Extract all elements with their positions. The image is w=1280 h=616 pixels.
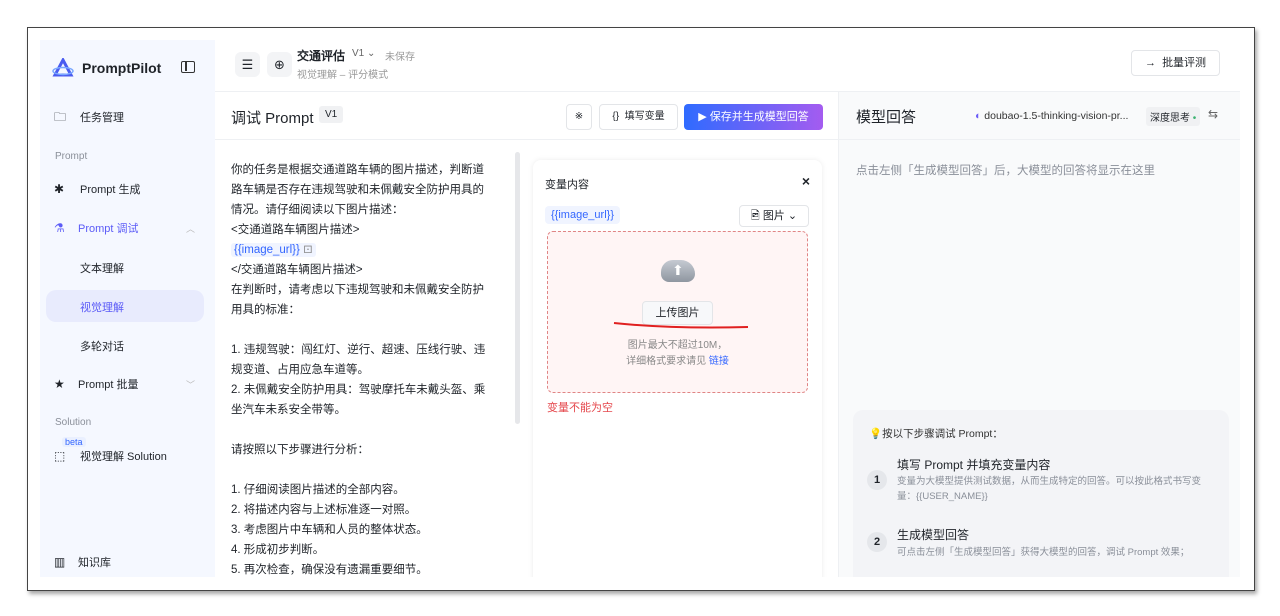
step-title: 生成模型回答 bbox=[897, 528, 970, 542]
batch-icon: ★ bbox=[54, 377, 65, 391]
status-dot-icon: • bbox=[1192, 113, 1197, 124]
arrow-right-icon: → bbox=[1144, 57, 1156, 69]
prompt-text: </交通道路车辆图片描述> 在判断时，请考虑以下违规驾驶和未佩戴安全防护用具的标… bbox=[231, 264, 486, 576]
prompt-editor[interactable]: 你的任务是根据交通道路车辆的图片描述，判断道路车辆是否存在违规驾驶和未佩戴安全防… bbox=[231, 160, 493, 577]
save-generate-button[interactable]: ▶ 保存并生成模型回答 bbox=[684, 104, 823, 130]
variables-title: 变量内容 bbox=[545, 179, 589, 191]
step-number: 2 bbox=[867, 532, 887, 552]
upload-dropzone[interactable]: ⬆ 上传图片 图片最大不超过10M， 详细格式要求请见 链接 bbox=[547, 231, 808, 393]
debug-panel: 调试 Prompt V1 ※ {} 填写变量 ▶ 保存并生成模型回答 你的任务是… bbox=[215, 92, 838, 577]
save-generate-label: 保存并生成模型回答 bbox=[709, 111, 809, 123]
chevron-up-icon: ︿ bbox=[186, 223, 196, 234]
optimize-button[interactable]: ※ bbox=[566, 104, 592, 130]
debug-header: 调试 Prompt V1 ※ {} 填写变量 ▶ 保存并生成模型回答 bbox=[215, 92, 838, 140]
prompt-text: 你的任务是根据交通道路车辆的图片描述，判断道路车辆是否存在违规驾驶和未佩戴安全防… bbox=[231, 164, 484, 236]
sidebar-item-kb[interactable]: ▥ 知识库 bbox=[40, 553, 215, 571]
format-link[interactable]: 链接 bbox=[709, 356, 729, 367]
model-icon: ◐ bbox=[975, 110, 982, 122]
sidebar-subitem[interactable]: 文本理解 bbox=[80, 260, 124, 276]
logo: PromptPilot bbox=[52, 58, 161, 78]
project-title: 交通评估 bbox=[297, 49, 346, 63]
version-badge: V1 bbox=[319, 106, 344, 123]
sidebar-subitem[interactable]: 多轮对话 bbox=[80, 338, 124, 354]
version-label: V1 bbox=[352, 48, 365, 59]
save-status: 未保存 bbox=[385, 52, 415, 63]
sidebar-item-task[interactable]: 🗀 任务管理 bbox=[40, 108, 215, 126]
app: PromptPilot 🗀 任务管理 Prompt ✱ Prompt 生成 ⚗ Pro… bbox=[40, 40, 1240, 577]
project-subtitle: 视觉理解 – 评分模式 bbox=[297, 70, 389, 81]
response-placeholder: 点击左侧「生成模型回答」后，大模型的回答将显示在这里 bbox=[856, 165, 1155, 177]
variables-card: 变量内容 × {{image_url}} 🖻 图片 ⌄ ⬆ 上传图片 图片最大不… bbox=[533, 160, 822, 577]
sparkle-icon: ※ bbox=[574, 111, 584, 122]
type-select[interactable]: 🖻 图片 ⌄ bbox=[739, 205, 809, 227]
cloud-upload-icon: ⬆ bbox=[661, 260, 695, 282]
type-label: 图片 bbox=[762, 210, 785, 222]
scrollbar[interactable] bbox=[515, 152, 520, 424]
folder-icon: 🗀 bbox=[54, 110, 67, 124]
header: ☰ ⊕ 交通评估 V1 ⌄ 未保存 视觉理解 – 评分模式 → 批量评测 bbox=[215, 40, 1240, 92]
menu-button[interactable]: ☰ bbox=[235, 52, 260, 77]
add-circle-button[interactable]: ⊕ bbox=[267, 52, 292, 77]
debug-title: 调试 Prompt bbox=[231, 110, 314, 127]
magic-wand-icon: ✱ bbox=[54, 182, 65, 196]
step-desc: 可点击左侧「生成模型回答」获得大模型的回答，调试 Prompt 效果； bbox=[897, 547, 1190, 558]
step-desc: 变量为大模型提供测试数据，从而生成特定的回答。可以按此格式书写变量：{{USER… bbox=[897, 476, 1202, 502]
variable-chip: {{image_url}} bbox=[545, 206, 620, 224]
play-icon: ▶ bbox=[698, 111, 707, 123]
red-annotation-stroke bbox=[613, 322, 749, 329]
batch-eval-button[interactable]: → 批量评测 bbox=[1131, 50, 1220, 76]
variable-name: {{image_url}} bbox=[234, 244, 300, 256]
version-select[interactable]: V1 ⌄ bbox=[352, 48, 375, 59]
hint-line: 图片最大不超过10M， bbox=[627, 340, 728, 351]
sidebar-item-solution[interactable]: ⬚ 视觉理解 Solution bbox=[40, 447, 215, 465]
step-title: 填写 Prompt 并填充变量内容 bbox=[897, 458, 1051, 472]
image-icon: ⊡ bbox=[303, 244, 313, 256]
cube-icon: ⬚ bbox=[54, 449, 66, 463]
prompt-variable-chip[interactable]: {{image_url}} ⊡ bbox=[231, 243, 316, 257]
step-number: 1 bbox=[867, 470, 887, 490]
books-icon: ▥ bbox=[54, 555, 66, 569]
collapse-sidebar-icon[interactable] bbox=[181, 61, 195, 73]
lightbulb-icon: 💡 bbox=[869, 428, 883, 440]
upload-hint: 图片最大不超过10M， 详细格式要求请见 链接 bbox=[548, 338, 807, 370]
tips-card: 💡按以下步骤调试 Prompt： 1 填写 Prompt 并填充变量内容 变量为… bbox=[853, 410, 1229, 577]
section-label: Solution bbox=[55, 417, 92, 428]
model-name: doubao-1.5-thinking-vision-pr... bbox=[984, 110, 1129, 122]
deep-think-toggle[interactable]: 深度思考 • bbox=[1146, 107, 1201, 126]
model-select[interactable]: ◐ doubao-1.5-thinking-vision-pr... bbox=[975, 110, 1128, 122]
sidebar: PromptPilot 🗀 任务管理 Prompt ✱ Prompt 生成 ⚗ Pro… bbox=[40, 40, 215, 577]
deep-think-label: 深度思考 bbox=[1150, 113, 1190, 124]
sidebar-item-prompt-debug[interactable]: ⚗ Prompt 调试 ︿ bbox=[40, 219, 215, 237]
close-icon[interactable]: × bbox=[802, 173, 810, 189]
settings-sliders-icon[interactable]: ⇆ bbox=[1208, 107, 1218, 121]
beta-badge: beta bbox=[62, 437, 86, 447]
response-panel: 模型回答 ◐ doubao-1.5-thinking-vision-pr... … bbox=[838, 92, 1240, 577]
fill-variables-button[interactable]: {} 填写变量 bbox=[599, 104, 678, 130]
app-name: PromptPilot bbox=[82, 60, 162, 76]
sidebar-active-bg bbox=[46, 290, 204, 322]
sidebar-item-prompt-batch[interactable]: ★ Prompt 批量 ﹀ bbox=[40, 375, 215, 393]
flask-icon: ⚗ bbox=[54, 221, 65, 235]
tips-title-text: 按以下步骤调试 Prompt： bbox=[882, 428, 1003, 440]
sidebar-item-prompt-gen[interactable]: ✱ Prompt 生成 bbox=[40, 180, 215, 198]
error-message: 变量不能为空 bbox=[547, 402, 613, 414]
sidebar-subitem-active[interactable]: 视觉理解 bbox=[80, 299, 124, 315]
section-label: Prompt bbox=[55, 151, 88, 162]
braces-icon: {} bbox=[612, 111, 620, 122]
image-file-icon: 🖻 bbox=[750, 210, 760, 222]
tips-title: 💡按以下步骤调试 Prompt： bbox=[869, 426, 1003, 441]
chevron-down-icon: ⌄ bbox=[787, 210, 798, 222]
hint-line: 详细格式要求请见 bbox=[626, 356, 707, 367]
logo-icon bbox=[52, 58, 74, 77]
chevron-down-icon: ﹀ bbox=[186, 379, 196, 390]
response-header: 模型回答 ◐ doubao-1.5-thinking-vision-pr... … bbox=[839, 92, 1240, 140]
response-title: 模型回答 bbox=[856, 109, 917, 126]
fill-variables-label: 填写变量 bbox=[624, 111, 665, 122]
batch-eval-label: 批量评测 bbox=[1162, 57, 1207, 69]
